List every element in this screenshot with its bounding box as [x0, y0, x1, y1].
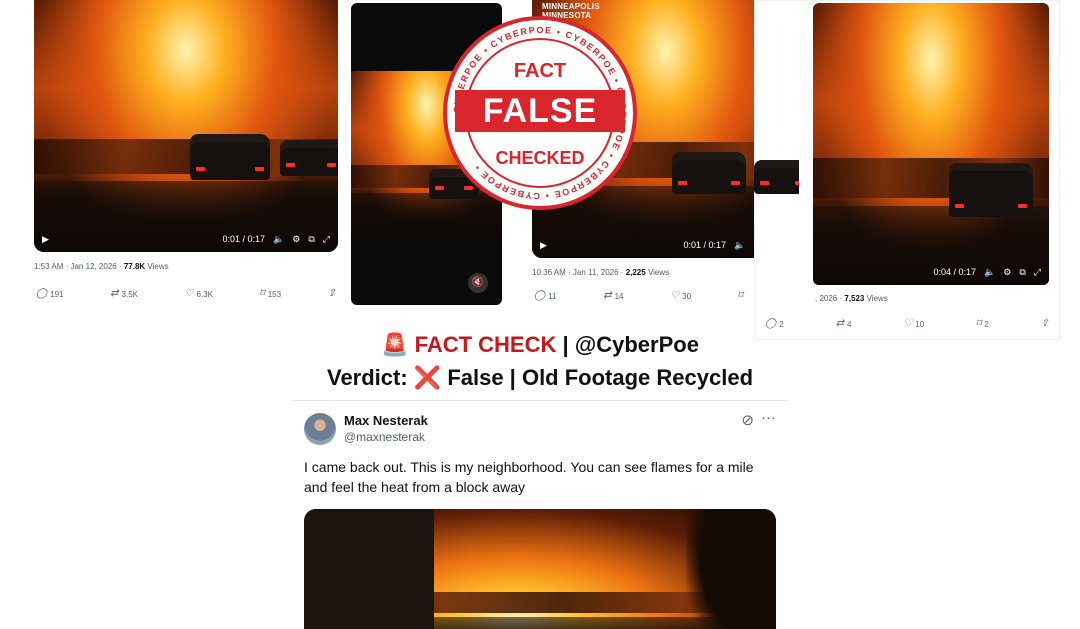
post-card-1: ▶ 0:01 / 0:17 🔈 ⚙ ⧉ ⤢ 1:53 AM · Jan 12, …: [22, 0, 344, 310]
video-controls: 0:04 / 0:17 🔈 ⚙ ⧉ ⤢: [813, 259, 1049, 285]
heart-icon: ♡: [184, 288, 194, 299]
post-card-3: 0:04 / 0:17 🔈 ⚙ ⧉ ⤢ , 2026 · 7,523 Views…: [754, 0, 1060, 340]
fire-video-3[interactable]: 0:04 / 0:17 🔈 ⚙ ⧉ ⤢: [813, 3, 1049, 285]
post-meta: 10:36 AM · Jan 11, 2026 · 2,225 Views: [532, 268, 670, 277]
gear-icon[interactable]: ⚙: [753, 240, 761, 251]
reply-button[interactable]: ◯ 2: [765, 319, 784, 329]
fact-check-headline: 🚨 FACT CHECK | @CyberPoe: [0, 332, 1080, 358]
gear-icon[interactable]: ⚙: [292, 234, 300, 245]
stamp-checked-label: CHECKED: [495, 148, 585, 168]
building-silhouette: [304, 509, 434, 629]
heart-icon: ♡: [903, 318, 913, 329]
reply-button[interactable]: ◯ 11: [534, 291, 557, 301]
repost-icon: ⇄: [603, 290, 612, 301]
reply-icon: ◯: [765, 318, 777, 329]
post-meta: , 2026 · 7,523 Views: [815, 294, 888, 303]
post-actions: ◯ 191 ⇄ 3.5K ♡ 6.3K ⌑ 153 ⇪: [36, 289, 336, 299]
author-name[interactable]: Max Nesterak: [344, 413, 428, 428]
bookmark-icon: ⌑: [976, 318, 982, 329]
volume-icon[interactable]: 🔈: [984, 267, 995, 278]
author-handle[interactable]: @maxnesterak: [344, 430, 425, 444]
video-controls: ▶ 0:01 / 0:17 🔈 ⚙ ⧉ ⤢: [34, 226, 338, 252]
reply-button[interactable]: ◯ 191: [36, 289, 64, 299]
bookmark-button[interactable]: ⌑ 153: [260, 289, 282, 299]
share-icon: ⇪: [1040, 318, 1049, 329]
repost-icon: ⇄: [110, 288, 119, 299]
verdict-label: Verdict:: [326, 365, 414, 390]
fact-false-stamp: CYBERPOE • CYBERPOE • CYBERPOE • CYBERPO…: [443, 16, 637, 210]
fullscreen-icon[interactable]: ⤢: [784, 240, 791, 251]
post-meta: 1:53 AM · Jan 12, 2026 · 77.8K Views: [34, 262, 169, 271]
car-silhouette: [949, 163, 1033, 217]
bookmark-icon: ⌑: [259, 288, 265, 299]
volume-icon[interactable]: 🔈: [273, 234, 284, 245]
pip-icon[interactable]: ⧉: [1019, 267, 1025, 278]
car-silhouette: [190, 134, 270, 180]
like-button[interactable]: ♡ 10: [903, 319, 924, 329]
fullscreen-icon[interactable]: ⤢: [1034, 267, 1041, 278]
siren-icon: 🚨: [381, 332, 409, 357]
cross-icon: ❌: [413, 365, 442, 390]
verdict-text: False | Old Footage Recycled: [441, 365, 754, 390]
car-silhouette: [754, 160, 799, 194]
video-time: 0:01 / 0:17: [683, 240, 727, 250]
tweet-text: I came back out. This is my neighborhood…: [304, 459, 754, 495]
stamp-fact-label: FACT: [513, 60, 567, 82]
repost-button[interactable]: ⇄ 4: [836, 319, 852, 329]
car-silhouette: [280, 140, 338, 176]
grok-icon[interactable]: ⊘: [741, 411, 754, 429]
tree-silhouette: [686, 509, 776, 629]
separator: |: [556, 332, 575, 357]
share-icon: ⇪: [327, 288, 336, 299]
share-button[interactable]: ⇪: [1041, 319, 1049, 329]
like-button[interactable]: ♡ 6.3K: [185, 289, 213, 299]
mute-icon[interactable]: 🔇: [468, 273, 488, 293]
avatar[interactable]: [304, 413, 336, 445]
video-time: 0:01 / 0:17: [222, 234, 266, 244]
pip-icon[interactable]: ⧉: [769, 240, 775, 251]
like-button[interactable]: ♡ 30: [670, 291, 691, 301]
fact-check-label: FACT CHECK: [414, 332, 557, 357]
bookmark-icon: ⌑: [737, 290, 743, 301]
stamp-false-band: FALSE: [455, 90, 625, 132]
play-icon[interactable]: ▶: [42, 234, 49, 245]
original-tweet: Max Nesterak @maxnesterak ⊘ ··· I came b…: [292, 400, 788, 629]
more-icon[interactable]: ···: [761, 409, 776, 426]
post-actions: ◯ 2 ⇄ 4 ♡ 10 ⌑ 2 ⇪: [765, 319, 1049, 329]
fire-video-1[interactable]: ▶ 0:01 / 0:17 🔈 ⚙ ⧉ ⤢: [34, 0, 338, 252]
repost-icon: ⇄: [835, 318, 844, 329]
volume-icon[interactable]: 🔈: [734, 240, 745, 251]
video-time: 0:04 / 0:17: [933, 267, 977, 277]
tweet-media[interactable]: [304, 509, 776, 629]
handle: @CyberPoe: [574, 332, 699, 357]
repost-button[interactable]: ⇄ 14: [603, 291, 623, 301]
share-button[interactable]: ⇪: [328, 289, 336, 299]
reply-icon: ◯: [534, 290, 546, 301]
car-silhouette: [672, 152, 746, 194]
repost-button[interactable]: ⇄ 3.5K: [110, 289, 138, 299]
heart-icon: ♡: [670, 290, 680, 301]
play-icon[interactable]: ▶: [540, 240, 547, 251]
pip-icon[interactable]: ⧉: [308, 234, 314, 245]
reply-icon: ◯: [36, 288, 48, 299]
gear-icon[interactable]: ⚙: [1003, 267, 1011, 278]
video-controls: ▶ 0:01 / 0:17 🔈 ⚙ ⧉ ⤢: [532, 232, 799, 258]
verdict-line: Verdict: ❌ False | Old Footage Recycled: [0, 365, 1080, 391]
bookmark-button[interactable]: ⌑ 2: [976, 319, 989, 329]
fullscreen-icon[interactable]: ⤢: [323, 234, 330, 245]
bookmark-button[interactable]: ⌑: [738, 291, 743, 301]
